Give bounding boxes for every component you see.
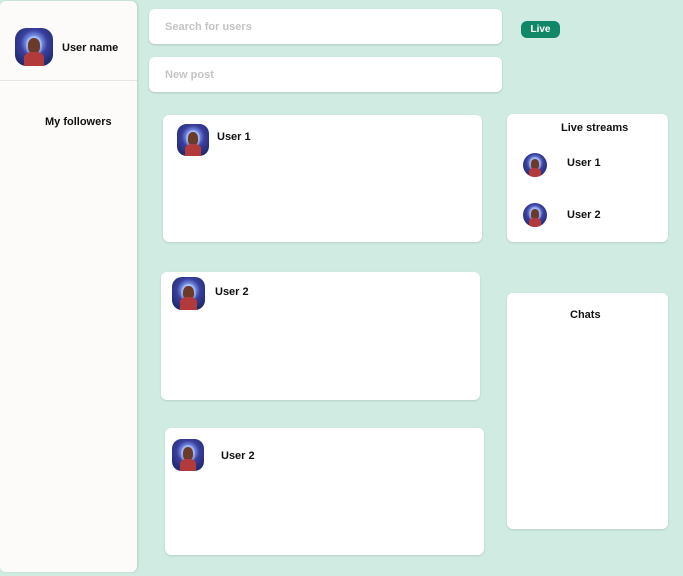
sidebar-profile[interactable]: User name [0, 1, 137, 81]
live-stream-name[interactable]: User 1 [567, 157, 601, 169]
user-avatar[interactable] [15, 28, 53, 66]
post-card[interactable]: User 2 [165, 428, 484, 555]
live-stream-name[interactable]: User 2 [567, 209, 601, 221]
live-streams-panel: Live streams User 1 User 2 [507, 114, 668, 242]
chats-panel: Chats [507, 293, 668, 529]
live-stream-avatar[interactable] [523, 153, 547, 177]
post-author-avatar[interactable] [172, 277, 205, 310]
live-button[interactable]: Live [521, 21, 560, 38]
post-author-name[interactable]: User 2 [215, 286, 249, 298]
sidebar: User name My followers [0, 1, 137, 572]
post-card[interactable]: User 2 [161, 272, 480, 400]
live-stream-item[interactable]: User 2 [507, 202, 668, 232]
live-stream-avatar[interactable] [523, 203, 547, 227]
post-author-avatar[interactable] [177, 124, 209, 156]
post-author-avatar[interactable] [172, 439, 204, 471]
search-input[interactable] [149, 9, 502, 44]
post-author-name[interactable]: User 1 [217, 131, 251, 143]
post-author-name[interactable]: User 2 [221, 450, 255, 462]
live-streams-title: Live streams [561, 122, 629, 134]
my-followers-heading[interactable]: My followers [45, 116, 112, 128]
username-label: User name [62, 42, 119, 54]
live-stream-item[interactable]: User 1 [507, 150, 668, 180]
new-post-input[interactable] [149, 57, 502, 92]
post-card[interactable]: User 1 [163, 115, 482, 242]
chats-title: Chats [570, 309, 601, 321]
